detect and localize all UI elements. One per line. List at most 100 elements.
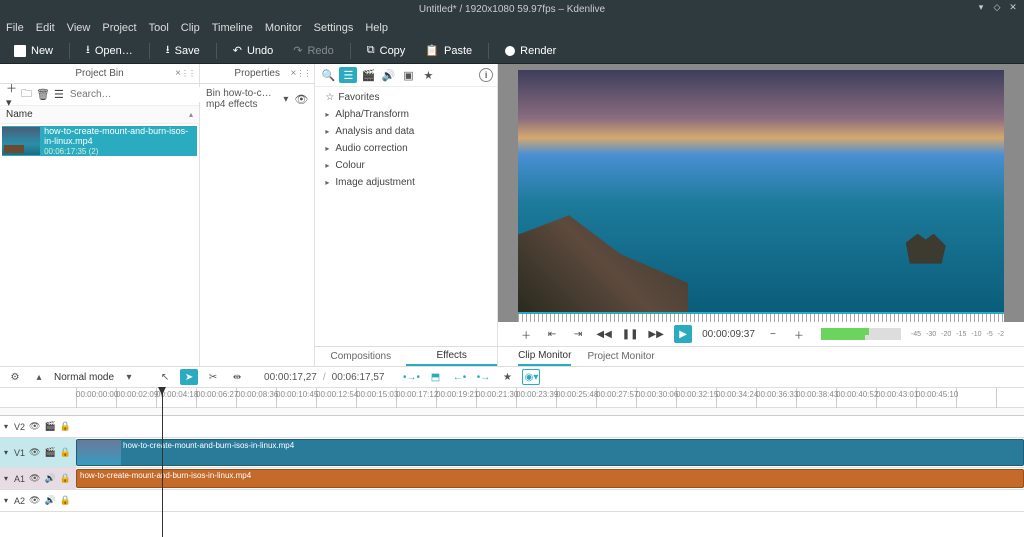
paste-button[interactable]: 📋Paste bbox=[417, 41, 480, 60]
audio-icon[interactable]: 🔊 bbox=[44, 495, 55, 506]
render-button[interactable]: Render bbox=[497, 42, 564, 60]
tool-select-button[interactable]: ➤ bbox=[180, 369, 198, 385]
rewind-button[interactable]: ◀◀ bbox=[596, 326, 612, 342]
tab-clip-monitor[interactable]: Clip Monitor bbox=[518, 347, 571, 366]
lift-zone-button[interactable]: •→ bbox=[474, 369, 492, 385]
menu-monitor[interactable]: Monitor bbox=[265, 22, 302, 34]
close-icon[interactable]: ✕ bbox=[1008, 2, 1018, 12]
tool-spacer-button[interactable]: ↖ bbox=[156, 369, 174, 385]
timecode-in[interactable]: 00:00:17,27 bbox=[264, 372, 317, 383]
video-icon[interactable]: 🎬 bbox=[44, 447, 55, 458]
timecode-out[interactable]: 00:06:17,57 bbox=[332, 372, 385, 383]
timeline-ruler[interactable]: 00:00:00:0000:00:02:0900:00:04:1800:00:0… bbox=[76, 388, 1024, 408]
insert-zone-button[interactable]: •→• bbox=[402, 369, 420, 385]
favorites-filter-icon[interactable]: ★ bbox=[419, 67, 437, 83]
monitor-timecode[interactable]: 00:00:09:37 bbox=[702, 329, 755, 340]
track-lane-v2[interactable] bbox=[76, 416, 1024, 438]
timeline-tracks[interactable]: 00:00:00:0000:00:02:0900:00:04:1800:00:0… bbox=[76, 388, 1024, 537]
bin-search-input[interactable] bbox=[68, 87, 204, 102]
lock-icon[interactable]: 🔒 bbox=[60, 421, 71, 432]
add-folder-button[interactable]: 🗀 bbox=[21, 88, 32, 102]
track-compositing-button[interactable]: ▴ bbox=[30, 369, 48, 385]
timeline-settings-button[interactable]: ⚙ bbox=[6, 369, 24, 385]
chevron-down-icon[interactable]: ▾ bbox=[283, 94, 288, 105]
menu-timeline[interactable]: Timeline bbox=[212, 22, 253, 34]
menu-clip[interactable]: Clip bbox=[181, 22, 200, 34]
effect-category-colour[interactable]: Colour bbox=[315, 157, 497, 174]
bin-options-button[interactable]: ☰ bbox=[54, 88, 64, 102]
menu-file[interactable]: File bbox=[6, 22, 24, 34]
next-keyframe-button[interactable]: ⇥ bbox=[570, 326, 586, 342]
playhead[interactable] bbox=[162, 388, 163, 537]
timeline-clip-video[interactable]: how-to-create-mount-and-burn-isos-in-lin… bbox=[76, 439, 1024, 466]
mute-icon[interactable]: 👁 bbox=[29, 421, 40, 432]
effect-category-analysis[interactable]: Analysis and data bbox=[315, 123, 497, 140]
favorite-effects-button[interactable]: ★ bbox=[498, 369, 516, 385]
lock-icon[interactable]: 🔒 bbox=[60, 447, 71, 458]
extract-zone-button[interactable]: ←• bbox=[450, 369, 468, 385]
mute-icon[interactable]: 👁 bbox=[29, 495, 40, 506]
tool-razor-button[interactable]: ✂ bbox=[204, 369, 222, 385]
mute-icon[interactable]: 👁 bbox=[29, 447, 40, 458]
menu-project[interactable]: Project bbox=[102, 22, 136, 34]
audio-filter-icon[interactable]: 🔊 bbox=[379, 67, 397, 83]
monitor-preview[interactable] bbox=[518, 70, 1004, 312]
zoom-in-button[interactable]: ＋ bbox=[791, 326, 807, 342]
effect-category-image[interactable]: Image adjustment bbox=[315, 174, 497, 191]
collapse-icon[interactable]: ▾ bbox=[4, 496, 8, 505]
delete-clip-button[interactable]: 🗑 bbox=[36, 88, 50, 102]
visibility-icon[interactable]: 👁 bbox=[294, 93, 308, 106]
collapse-icon[interactable]: ▾ bbox=[4, 474, 8, 483]
zoom-out-button[interactable]: − bbox=[765, 326, 781, 342]
track-lane-a1[interactable]: how-to-create-mount-and-burn-isos-in-lin… bbox=[76, 468, 1024, 490]
panel-grip-icon[interactable]: ⋮⋮ bbox=[296, 69, 310, 78]
maximize-icon[interactable]: ◇ bbox=[992, 2, 1002, 12]
list-view-icon[interactable]: ☰ bbox=[339, 67, 357, 83]
search-icon[interactable]: 🔍 bbox=[319, 67, 337, 83]
track-lane-v1[interactable]: how-to-create-mount-and-burn-isos-in-lin… bbox=[76, 438, 1024, 468]
track-header-a1[interactable]: ▾ A1 👁 🔊 🔒 bbox=[0, 468, 76, 490]
effect-category-alpha[interactable]: Alpha/Transform bbox=[315, 106, 497, 123]
panel-grip-icon[interactable]: ⋮⋮ bbox=[181, 69, 195, 78]
forward-button[interactable]: ▶▶ bbox=[648, 326, 664, 342]
video-filter-icon[interactable]: 🎬 bbox=[359, 67, 377, 83]
bin-clip-item[interactable]: how-to-create-mount-and-burn-isos-in-lin… bbox=[2, 126, 197, 156]
effect-category-favorites[interactable]: Favorites bbox=[315, 89, 497, 106]
menu-view[interactable]: View bbox=[67, 22, 91, 34]
timeline-clip-audio[interactable]: how-to-create-mount-and-burn-isos-in-lin… bbox=[76, 469, 1024, 488]
info-icon[interactable]: i bbox=[479, 68, 493, 82]
bin-column-name[interactable]: Name bbox=[6, 109, 33, 120]
lock-icon[interactable]: 🔒 bbox=[60, 473, 71, 484]
menu-tool[interactable]: Tool bbox=[149, 22, 169, 34]
mode-dropdown-icon[interactable]: ▾ bbox=[120, 369, 138, 385]
new-button[interactable]: New bbox=[6, 42, 61, 60]
save-button[interactable]: ⭳Save bbox=[158, 38, 208, 63]
overwrite-zone-button[interactable]: ⬒ bbox=[426, 369, 444, 385]
zone-in-button[interactable]: ＋ bbox=[518, 326, 534, 342]
add-clip-button[interactable]: ＋▾ bbox=[6, 88, 17, 102]
tab-project-monitor[interactable]: Project Monitor bbox=[587, 347, 654, 366]
monitor-ruler[interactable] bbox=[518, 312, 1004, 322]
effect-category-audio[interactable]: Audio correction bbox=[315, 140, 497, 157]
minimize-icon[interactable]: ▾ bbox=[976, 2, 986, 12]
track-header-a2[interactable]: ▾ A2 👁 🔊 🔒 bbox=[0, 490, 76, 512]
track-lane-a2[interactable] bbox=[76, 490, 1024, 512]
tab-effects[interactable]: Effects bbox=[406, 347, 497, 366]
edit-mode-select[interactable]: Normal mode bbox=[54, 372, 114, 383]
undo-button[interactable]: ↶Undo bbox=[225, 41, 282, 60]
collapse-icon[interactable]: ▾ bbox=[4, 448, 8, 457]
menu-settings[interactable]: Settings bbox=[314, 22, 354, 34]
pause-button[interactable]: ❚❚ bbox=[622, 326, 638, 342]
mute-icon[interactable]: 👁 bbox=[29, 473, 40, 484]
copy-button[interactable]: ⧉Copy bbox=[359, 41, 414, 60]
menu-help[interactable]: Help bbox=[365, 22, 388, 34]
track-header-v1[interactable]: ▾ V1 👁 🎬 🔒 bbox=[0, 438, 76, 468]
tab-compositions[interactable]: Compositions bbox=[315, 347, 406, 366]
collapse-icon[interactable]: ▾ bbox=[4, 422, 8, 431]
redo-button[interactable]: ↷Redo bbox=[285, 41, 342, 60]
gpu-filter-icon[interactable]: ▣ bbox=[399, 67, 417, 83]
prev-keyframe-button[interactable]: ⇤ bbox=[544, 326, 560, 342]
timeline-zoom-bar[interactable] bbox=[76, 408, 1024, 416]
menu-edit[interactable]: Edit bbox=[36, 22, 55, 34]
audio-icon[interactable]: 🔊 bbox=[44, 473, 55, 484]
